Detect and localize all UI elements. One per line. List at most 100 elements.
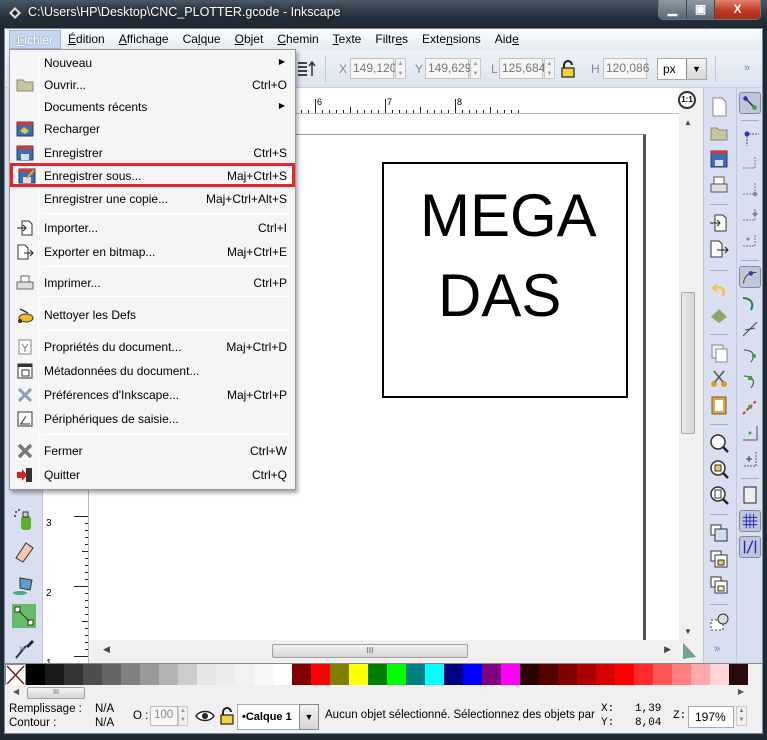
- menu-item-nettoyer-defs[interactable]: Nettoyer les Defs: [12, 304, 293, 326]
- snap-cusp-nodes-icon[interactable]: [739, 344, 761, 366]
- x-spinner[interactable]: ▲ ▼: [395, 58, 406, 79]
- cut-icon[interactable]: [708, 368, 730, 390]
- menu-item-recharger[interactable]: Recharger: [12, 118, 293, 140]
- stroke-value[interactable]: N/A: [95, 717, 114, 729]
- drawing-text-line1[interactable]: MEGA: [420, 186, 597, 246]
- zoom-1to1-icon[interactable]: 1:1: [678, 91, 696, 109]
- connector-tool-icon[interactable]: [12, 604, 36, 628]
- minimize-button[interactable]: ▁: [659, 0, 687, 19]
- snap-page-border-icon[interactable]: [739, 484, 761, 506]
- menu-chemin[interactable]: Chemin: [270, 30, 325, 49]
- color-swatch[interactable]: [539, 664, 558, 686]
- color-swatch[interactable]: [311, 664, 330, 686]
- color-swatch[interactable]: [102, 664, 121, 686]
- menu-item-documents-recents[interactable]: Documents récents ▶: [12, 96, 293, 118]
- color-swatch[interactable]: [159, 664, 178, 686]
- zoom-drawing-icon[interactable]: [708, 458, 730, 480]
- eye-icon[interactable]: [195, 708, 215, 724]
- print-icon[interactable]: [708, 174, 730, 196]
- snap-bbox-center-icon[interactable]: [739, 230, 761, 252]
- menu-item-imprimer[interactable]: Imprimer... Ctrl+P: [12, 272, 293, 294]
- scroll-right-icon[interactable]: ▶: [664, 644, 671, 655]
- paste-icon[interactable]: [708, 394, 730, 416]
- color-swatch[interactable]: [615, 664, 634, 686]
- more-tools-button[interactable]: »: [19, 643, 25, 655]
- no-paint-swatch[interactable]: [5, 664, 26, 686]
- menu-filtres[interactable]: Filtres: [368, 30, 415, 49]
- duplicate-icon[interactable]: [708, 342, 730, 364]
- color-swatch[interactable]: [140, 664, 159, 686]
- color-manage-icon[interactable]: [681, 642, 697, 660]
- height-field[interactable]: 120,086: [603, 58, 649, 79]
- color-swatch[interactable]: [691, 664, 710, 686]
- scroll-down-icon[interactable]: ▼: [684, 627, 692, 636]
- group-icon[interactable]: [708, 548, 730, 570]
- palette-scroll-thumb[interactable]: III: [27, 687, 85, 699]
- opacity-field[interactable]: 100: [150, 706, 178, 726]
- color-swatch[interactable]: [197, 664, 216, 686]
- lock-ratio-icon[interactable]: [561, 60, 575, 78]
- width-spinner[interactable]: ▲ ▼: [544, 58, 555, 79]
- color-swatch[interactable]: [463, 664, 482, 686]
- menu-item-exporter-bitmap[interactable]: Exporter en bitmap... Maj+Ctrl+E: [12, 241, 293, 263]
- horizontal-scrollbar[interactable]: ◀ III ▶: [89, 640, 696, 662]
- color-swatch[interactable]: [653, 664, 672, 686]
- color-swatch[interactable]: [83, 664, 102, 686]
- color-swatch[interactable]: [349, 664, 368, 686]
- unit-select[interactable]: px ▼: [657, 58, 707, 80]
- more-commands-button[interactable]: »: [714, 643, 720, 655]
- palette-scrollbar[interactable]: ◀ III ▶: [5, 685, 762, 701]
- menu-item-ouvrir[interactable]: Ouvrir... Ctrl+O: [12, 74, 293, 96]
- color-swatch[interactable]: [64, 664, 83, 686]
- undo-icon[interactable]: [708, 278, 730, 300]
- color-swatch[interactable]: [596, 664, 615, 686]
- color-swatch[interactable]: [558, 664, 577, 686]
- new-document-icon[interactable]: [708, 96, 730, 118]
- fill-stroke-icon[interactable]: [708, 612, 730, 634]
- drawing-rectangle[interactable]: MEGA DAS: [382, 162, 628, 398]
- menu-item-quitter[interactable]: Quitter Ctrl+Q: [12, 464, 293, 486]
- color-swatch[interactable]: [387, 664, 406, 686]
- menu-item-fermer[interactable]: Fermer Ctrl+W: [12, 440, 293, 462]
- save-icon[interactable]: [708, 148, 730, 170]
- horizontal-scroll-thumb[interactable]: III: [272, 644, 468, 658]
- color-swatch[interactable]: [292, 664, 311, 686]
- menu-aide[interactable]: Aide: [488, 30, 526, 49]
- x-field[interactable]: 149,120: [350, 58, 396, 79]
- snap-bbox-icon[interactable]: [739, 126, 761, 148]
- snap-grid-icon[interactable]: [739, 510, 761, 532]
- color-swatch[interactable]: [235, 664, 254, 686]
- color-swatch[interactable]: [121, 664, 140, 686]
- snap-bbox-midpoint-icon[interactable]: [739, 204, 761, 226]
- scroll-right-icon[interactable]: ▶: [738, 687, 744, 696]
- menu-item-metadonnees[interactable]: Métadonnées du document...: [12, 360, 293, 382]
- zoom-spinner[interactable]: ▲ ▼: [736, 706, 747, 726]
- color-swatch[interactable]: [330, 664, 349, 686]
- menu-item-enregistrer-copie[interactable]: Enregistrer une copie... Maj+Ctrl+Alt+S: [12, 188, 293, 210]
- ungroup-icon[interactable]: [708, 574, 730, 596]
- eraser-tool-icon[interactable]: [12, 540, 36, 564]
- menu-item-enregistrer[interactable]: Enregistrer Ctrl+S: [12, 142, 293, 164]
- color-swatch[interactable]: [729, 664, 748, 686]
- snap-path-intersection-icon[interactable]: [739, 318, 761, 340]
- opacity-spinner[interactable]: ▲ ▼: [178, 706, 188, 726]
- drawing-text-line2[interactable]: DAS: [438, 266, 561, 326]
- color-swatch[interactable]: [273, 664, 292, 686]
- width-field[interactable]: 125,684: [499, 58, 545, 79]
- more-controls-button[interactable]: »: [744, 62, 750, 74]
- menu-item-preferences[interactable]: Préférences d'Inkscape... Maj+Ctrl+P: [12, 384, 293, 406]
- color-swatch[interactable]: [444, 664, 463, 686]
- color-swatch[interactable]: [710, 664, 729, 686]
- redo-icon[interactable]: [708, 304, 730, 326]
- snap-toggle-icon[interactable]: [739, 92, 761, 114]
- snap-bbox-corner-icon[interactable]: [739, 178, 761, 200]
- color-swatch[interactable]: [254, 664, 273, 686]
- menu-item-peripheriques[interactable]: Périphériques de saisie...: [12, 408, 293, 430]
- menu-texte[interactable]: Texte: [326, 30, 369, 49]
- color-swatch[interactable]: [501, 664, 520, 686]
- export-icon[interactable]: [708, 238, 730, 260]
- layer-select[interactable]: •Calque 1 ▼: [237, 704, 319, 730]
- menu-item-enregistrer-sous[interactable]: Enregistrer sous... Maj+Ctrl+S: [10, 163, 295, 187]
- menu-edition[interactable]: Édition: [61, 30, 112, 49]
- snap-smooth-nodes-icon[interactable]: [739, 370, 761, 392]
